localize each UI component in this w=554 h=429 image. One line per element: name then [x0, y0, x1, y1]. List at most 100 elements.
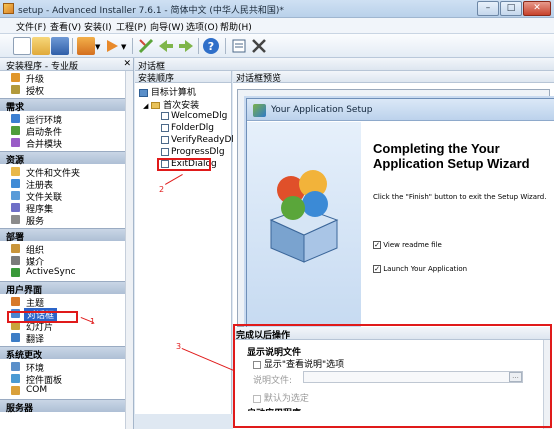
pin-icon[interactable]: ✕ [123, 59, 131, 69]
dialog-icon [161, 135, 169, 144]
dialog-icon [161, 111, 169, 120]
menu-project[interactable]: 工程(P) [116, 20, 146, 33]
sidebar-item-activesync[interactable]: ActiveSync [0, 267, 133, 279]
dialogs-header: 对话框 [135, 58, 554, 72]
section-header[interactable]: 需求 [0, 98, 133, 113]
tree-group[interactable]: ◢ 首次安装 [143, 98, 199, 111]
launch-icon [11, 126, 20, 135]
menu-install[interactable]: 安装(I) [84, 20, 112, 33]
build-icon[interactable] [77, 37, 95, 55]
sidebar-item-label: 翻译 [26, 335, 45, 345]
activesync-icon [11, 268, 20, 277]
sidebar-item-label: 授权 [26, 87, 45, 97]
section-title: 需求 [6, 103, 25, 113]
expand-icon[interactable]: ◢ [143, 102, 148, 110]
sidebar-item-control-panel[interactable]: 控件面板 [0, 373, 133, 386]
sidebar-item-com[interactable]: COM [0, 385, 133, 397]
forward-icon[interactable] [177, 37, 195, 55]
dialog-icon [161, 123, 169, 132]
menu-help[interactable]: 帮助(H) [220, 20, 252, 33]
left-panel-title: 安装程序 - 专业版 [6, 62, 78, 72]
back-icon[interactable] [157, 37, 175, 55]
merge-icon [11, 138, 20, 147]
tree-root[interactable]: 目标计算机 [139, 85, 196, 98]
maximize-button[interactable]: □ [500, 1, 522, 16]
sidebar-item-media[interactable]: 媒介 [0, 255, 133, 268]
annotation-marker-3: 3 [176, 342, 182, 351]
checkbox-checked-icon[interactable]: ✓ [373, 265, 381, 273]
sidebar-item-file-assoc[interactable]: 文件关联 [0, 190, 133, 203]
open-icon[interactable] [32, 37, 50, 55]
sidebar-item-merge[interactable]: 合并模块 [0, 137, 133, 150]
launch-app-checkbox[interactable]: ✓ Launch Your Application [373, 265, 467, 273]
preview-frame: Your Application Setup Completing the Yo… [237, 89, 554, 349]
sidebar-item-theme[interactable]: 主题 [0, 296, 133, 309]
properties-icon[interactable] [230, 37, 248, 55]
app-icon [3, 3, 14, 14]
tree-item-label: VerifyReadyDlg [171, 135, 240, 145]
wizard-heading: Completing the Your Application Setup Wi… [373, 141, 530, 171]
sidebar-item-upgrade[interactable]: 升级 [0, 72, 133, 85]
new-icon[interactable] [13, 37, 31, 55]
menu-wizard[interactable]: 向导(W) [150, 20, 184, 33]
view-readme-checkbox[interactable]: ✓ View readme file [373, 241, 442, 249]
registry-icon [11, 179, 20, 188]
sidebar-item-translate[interactable]: 翻译 [0, 332, 133, 345]
help-icon[interactable]: ? [202, 37, 220, 55]
section-header[interactable]: 资源 [0, 151, 133, 166]
file-assoc-icon [11, 191, 20, 200]
sidebar-item-folder[interactable]: 文件和文件夹 [0, 166, 133, 179]
runtime-icon [11, 114, 20, 123]
license-icon [11, 85, 20, 94]
tree-item-dialog[interactable]: WelcomeDlg [161, 111, 227, 122]
com-icon [11, 386, 20, 395]
menu-bar: 文件(F) 查看(V) 安装(I) 工程(P) 向导(W) 选项(O) 帮助(H… [0, 18, 554, 34]
sidebar-item-launch[interactable]: 启动条件 [0, 125, 133, 138]
sidebar-item-registry[interactable]: 注册表 [0, 178, 133, 191]
sidebar-item-label: ActiveSync [26, 267, 76, 277]
sidebar-item-organize[interactable]: 组织 [0, 243, 133, 256]
window-title: setup - Advanced Installer 7.6.1 - 简体中文 … [18, 6, 284, 16]
save-icon[interactable] [51, 37, 69, 55]
left-scrollbar[interactable] [125, 71, 133, 429]
folder-icon [151, 102, 161, 109]
tree-item-label: ProgressDlg [171, 147, 225, 157]
add-icon[interactable] [137, 37, 155, 55]
tree-item-dialog[interactable]: FolderDlg [161, 123, 214, 134]
svg-text:?: ? [208, 40, 214, 53]
tree-item-label: WelcomeDlg [171, 111, 228, 121]
section-header[interactable]: 系统更改 [0, 346, 133, 361]
close-button[interactable]: ✕ [523, 1, 551, 16]
section-title: 部署 [6, 233, 25, 243]
section-header[interactable]: 用户界面 [0, 281, 133, 296]
tree-header: 安装顺序 [135, 71, 231, 84]
sidebar-item-license[interactable]: 授权 [0, 84, 133, 97]
section-header[interactable]: 服务器 [0, 399, 133, 414]
setup-dialog-title: Your Application Setup [271, 105, 373, 115]
section-header[interactable]: 部署 [0, 228, 133, 243]
wizard-side-banner [247, 122, 361, 349]
tree-item-label: FolderDlg [171, 123, 214, 133]
left-panel-header: 安装程序 - 专业版 ✕ [0, 58, 133, 72]
delete-icon[interactable] [250, 37, 268, 55]
sidebar-item-assembly[interactable]: 程序集 [0, 202, 133, 215]
minimize-button[interactable]: – [477, 1, 499, 16]
tree-item-dialog[interactable]: ProgressDlg [161, 147, 225, 158]
sidebar-item-environment[interactable]: 环境 [0, 361, 133, 374]
translate-icon [11, 333, 20, 342]
sidebar-item-service[interactable]: 服务 [0, 214, 133, 227]
title-bar: setup - Advanced Installer 7.6.1 - 简体中文 … [0, 0, 554, 18]
menu-options[interactable]: 选项(O) [186, 20, 218, 33]
run-icon[interactable] [104, 37, 120, 55]
menu-file[interactable]: 文件(F) [16, 20, 46, 33]
sidebar-item-runtime[interactable]: 运行环境 [0, 113, 133, 126]
section-title: 系统更改 [6, 351, 43, 361]
service-icon [11, 215, 20, 224]
dialog-preview-panel: 对话框预览 Your Application Setup Completing … [233, 71, 554, 349]
checkbox-checked-icon[interactable]: ✓ [373, 241, 381, 249]
tree-header-title: 安装顺序 [138, 74, 175, 84]
menu-view[interactable]: 查看(V) [50, 20, 81, 33]
wizard-body-text: Click the "Finish" button to exit the Se… [373, 193, 547, 201]
section-title: 服务器 [6, 404, 34, 414]
tree-item-dialog[interactable]: VerifyReadyDlg [161, 135, 240, 146]
